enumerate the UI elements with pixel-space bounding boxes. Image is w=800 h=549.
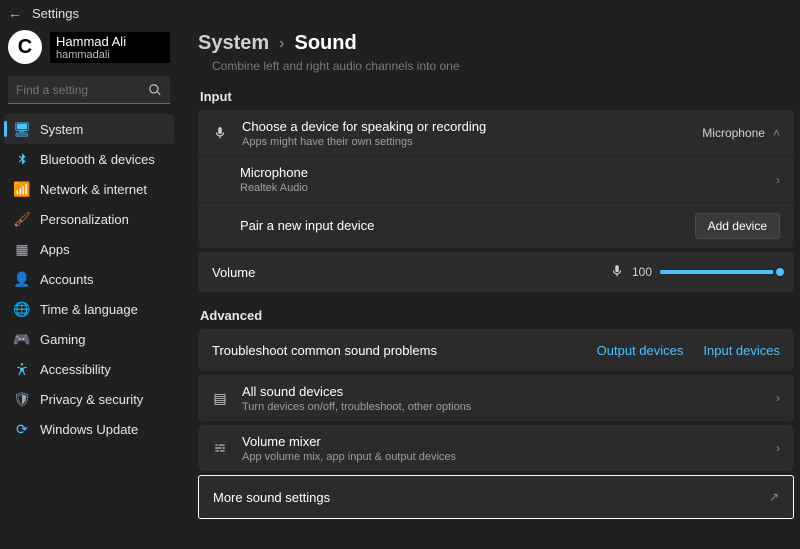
update-icon: ⟳ xyxy=(14,421,30,438)
main-content: System › Sound Combine left and right au… xyxy=(180,26,800,549)
sidebar-item-label: Privacy & security xyxy=(40,392,143,407)
user-info: Hammad Ali hammadali xyxy=(50,32,170,63)
sidebar-item-apps[interactable]: ▦ Apps xyxy=(4,234,174,264)
row-subtitle: Apps might have their own settings xyxy=(242,136,688,148)
devices-list-icon: ▤ xyxy=(212,390,228,407)
avatar: C xyxy=(8,30,42,64)
row-title: Volume mixer xyxy=(242,434,762,449)
sidebar-item-system[interactable]: 🖥 System xyxy=(4,114,174,144)
chevron-right-icon: › xyxy=(279,35,284,53)
chevron-up-icon: ˄ xyxy=(773,126,780,140)
user-id: hammadali xyxy=(56,49,164,61)
mixer-icon xyxy=(212,441,228,455)
search-field[interactable] xyxy=(8,76,170,104)
microphone-row[interactable]: Microphone Realtek Audio › xyxy=(198,156,794,202)
all-sound-devices-row[interactable]: ▤ All sound devices Turn devices on/off,… xyxy=(198,375,794,421)
row-subtitle: App volume mix, app input & output devic… xyxy=(242,451,762,463)
sidebar-item-label: Network & internet xyxy=(40,182,147,197)
gamepad-icon: 🎮 xyxy=(14,331,30,348)
slider-thumb[interactable] xyxy=(773,265,787,279)
sidebar-item-label: Accessibility xyxy=(40,362,111,377)
selected-device-value: Microphone xyxy=(702,126,765,140)
row-title: Volume xyxy=(212,265,596,280)
sidebar-item-label: Bluetooth & devices xyxy=(40,152,155,167)
apps-icon: ▦ xyxy=(14,241,30,258)
sidebar-item-label: Personalization xyxy=(40,212,129,227)
wifi-icon: 📶 xyxy=(14,181,30,198)
sidebar-item-label: Windows Update xyxy=(40,422,138,437)
add-device-button[interactable]: Add device xyxy=(695,213,780,239)
sidebar-item-privacy[interactable]: 🛡 Privacy & security xyxy=(4,384,174,414)
volume-value: 100 xyxy=(632,265,652,279)
microphone-icon xyxy=(610,264,624,281)
chevron-right-icon: › xyxy=(776,173,780,187)
volume-mixer-row[interactable]: Volume mixer App volume mix, app input &… xyxy=(198,425,794,471)
row-title: More sound settings xyxy=(213,490,755,505)
sidebar-item-personalization[interactable]: 🖌 Personalization xyxy=(4,204,174,234)
input-devices-link[interactable]: Input devices xyxy=(703,343,780,358)
section-label-input: Input xyxy=(200,89,794,104)
truncated-row-text: Combine left and right audio channels in… xyxy=(198,59,794,73)
sidebar-item-label: System xyxy=(40,122,83,137)
input-group: Choose a device for speaking or recordin… xyxy=(198,110,794,248)
sidebar-item-network[interactable]: 📶 Network & internet xyxy=(4,174,174,204)
row-title: Microphone xyxy=(240,165,762,180)
chevron-right-icon: › xyxy=(776,441,780,455)
row-subtitle: Realtek Audio xyxy=(240,182,762,194)
chevron-right-icon: › xyxy=(776,391,780,405)
input-volume-row: Volume 100 xyxy=(198,252,794,292)
breadcrumb-parent[interactable]: System xyxy=(198,32,269,55)
sidebar-item-label: Accounts xyxy=(40,272,93,287)
breadcrumb: System › Sound xyxy=(198,26,794,57)
sidebar-item-time-language[interactable]: 🌐 Time & language xyxy=(4,294,174,324)
troubleshoot-row: Troubleshoot common sound problems Outpu… xyxy=(198,329,794,371)
accessibility-icon xyxy=(14,362,30,376)
display-icon: 🖥 xyxy=(14,121,30,138)
sidebar-item-label: Apps xyxy=(40,242,70,257)
breadcrumb-current: Sound xyxy=(294,32,356,55)
user-name: Hammad Ali xyxy=(56,34,164,49)
row-title: Pair a new input device xyxy=(240,218,681,233)
sidebar-item-label: Gaming xyxy=(40,332,86,347)
output-devices-link[interactable]: Output devices xyxy=(597,343,684,358)
bluetooth-icon xyxy=(14,152,30,166)
back-icon[interactable]: ← xyxy=(8,5,22,21)
search-input[interactable] xyxy=(8,76,170,104)
globe-icon: 🌐 xyxy=(14,301,30,318)
sidebar: C Hammad Ali hammadali 🖥 System xyxy=(0,26,180,549)
sidebar-item-accessibility[interactable]: Accessibility xyxy=(4,354,174,384)
sidebar-item-update[interactable]: ⟳ Windows Update xyxy=(4,414,174,444)
selected-device-dropdown[interactable]: Microphone ˄ xyxy=(702,126,780,140)
sidebar-item-bluetooth[interactable]: Bluetooth & devices xyxy=(4,144,174,174)
section-label-advanced: Advanced xyxy=(200,308,794,323)
row-title: Troubleshoot common sound problems xyxy=(212,343,583,358)
sidebar-item-accounts[interactable]: 👤 Accounts xyxy=(4,264,174,294)
user-block[interactable]: C Hammad Ali hammadali xyxy=(0,26,178,72)
row-subtitle: Turn devices on/off, troubleshoot, other… xyxy=(242,401,762,413)
volume-slider[interactable] xyxy=(660,270,780,274)
sidebar-item-label: Time & language xyxy=(40,302,138,317)
titlebar: ← Settings xyxy=(0,0,800,26)
more-sound-settings-row[interactable]: More sound settings ↗ xyxy=(198,475,794,519)
person-icon: 👤 xyxy=(14,271,30,288)
window-title: Settings xyxy=(32,6,79,21)
brush-icon: 🖌 xyxy=(14,211,30,228)
row-title: All sound devices xyxy=(242,384,762,399)
row-title: Choose a device for speaking or recordin… xyxy=(242,119,688,134)
shield-icon: 🛡 xyxy=(14,391,30,408)
sidebar-item-gaming[interactable]: 🎮 Gaming xyxy=(4,324,174,354)
choose-input-device-row[interactable]: Choose a device for speaking or recordin… xyxy=(198,110,794,156)
pair-device-row: Pair a new input device Add device xyxy=(198,202,794,248)
open-external-icon: ↗ xyxy=(769,490,779,504)
nav-list: 🖥 System Bluetooth & devices 📶 Network &… xyxy=(0,114,178,444)
microphone-icon xyxy=(212,126,228,140)
